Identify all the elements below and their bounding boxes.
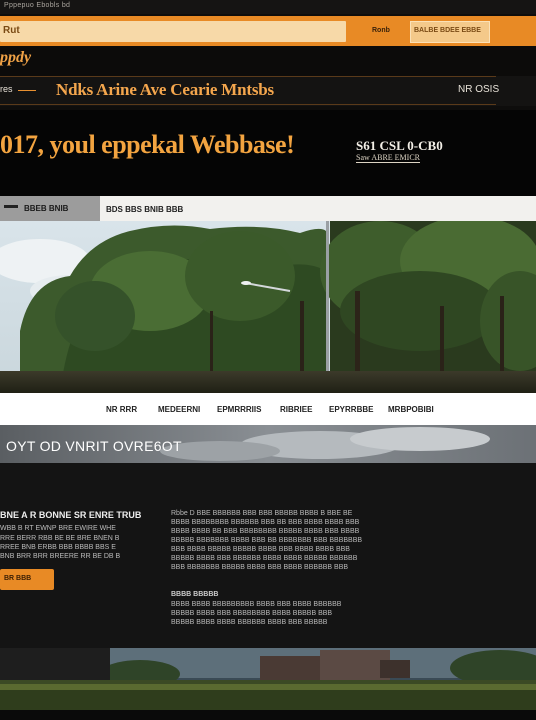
content-right-line: BBB BBBBBBB BBBBB BBBB BBB BBBB BBBBBB B… xyxy=(171,564,349,571)
header-action-button[interactable]: BALBE BDEE EBBE xyxy=(410,21,490,43)
search-input[interactable]: Rut xyxy=(0,21,346,42)
content-left-line: RREE BNB ERBB BBB BBBB BBS E xyxy=(0,544,116,551)
content-cta-button[interactable]: BR BBB xyxy=(0,569,54,590)
arrow-icon xyxy=(4,205,18,208)
nav-item-1[interactable]: NR RRR xyxy=(106,405,137,414)
logo-row xyxy=(0,46,536,76)
hero-title: 017, youl eppekal Webbase! xyxy=(0,130,295,159)
content-right-line: BBB BBBB BBBBB BBBBB BBBB BBB BBBB BBBB … xyxy=(171,546,350,553)
nav-item-3[interactable]: EPMRRRIIS xyxy=(217,405,261,414)
nav-item-5[interactable]: EPYRRBBE xyxy=(329,405,373,414)
content-right-line: Rbbe D BBE BBBBBB BBB BBB BBBBB BBBB B B… xyxy=(171,510,353,517)
content-right-line: BBBBB BBBB BBB BBBBBBBB BBBB BBBBB BBB xyxy=(171,610,333,617)
hero-right-link[interactable]: Saw ABRE EMICR xyxy=(356,153,421,163)
footer-landscape-image xyxy=(0,648,536,710)
content-left-line: WBB B RT EWNP BRE EWIRE WHE xyxy=(0,525,116,532)
content-right-line: BBBBB BBBBBBB BBBB BBB BB BBBBBBB BBB BB… xyxy=(171,537,363,544)
title-strip-left-label: res xyxy=(0,84,13,94)
site-logo[interactable]: ppdy xyxy=(0,49,31,67)
bottom-bar xyxy=(0,710,536,720)
dash-decoration xyxy=(18,90,36,91)
divider xyxy=(0,104,496,105)
title-strip-right-label[interactable]: NR OSIS xyxy=(458,84,499,95)
content-right-subheading: BBBB BBBBB xyxy=(171,591,219,598)
content-cta-label: BR BBB xyxy=(4,575,32,582)
main-nav xyxy=(0,393,536,425)
content-right-line: BBBB BBBB BBBBBBBBB BBBB BBB BBBB BBBBBB xyxy=(171,601,342,608)
content-right-line: BBBBB BBBB BBB BBBBBB BBBB BBBB BBBBB BB… xyxy=(171,555,358,562)
site-title: Ndks Arine Ave Cearie Mntsbs xyxy=(56,80,274,99)
top-bar-text: Pppepuo Ebobls bd xyxy=(4,2,71,9)
content-right-line: BBBB BBBBBBBB BBBBBB BBB BB BBB BBBB BBB… xyxy=(171,519,360,526)
hero-photo-trees xyxy=(0,221,536,393)
tab-active-label: BBEB BNIB xyxy=(24,204,69,213)
content-left-heading: BNE A R BONNE SR ENRE TRUB xyxy=(0,510,142,520)
nav-item-6[interactable]: MRBPOBIBI xyxy=(388,405,434,414)
nav-item-4[interactable]: RIBRIEE xyxy=(280,405,312,414)
nav-item-2[interactable]: MEDEERNI xyxy=(158,405,200,414)
content-right-line: BBBBB BBBB BBBB BBBBBB BBBB BBB BBBBB xyxy=(171,619,328,626)
content-left-line: RRE BERR RBB BE BE BRE BNEN B xyxy=(0,535,120,542)
top-bar: Pppepuo Ebobls bd xyxy=(0,0,536,14)
search-input-value: Rut xyxy=(3,25,20,36)
content-right-line: BBBB BBBB BB BBB BBBBBBBB BBBBB BBBB BBB… xyxy=(171,528,360,535)
header-nav-link[interactable]: Ronb xyxy=(372,27,390,34)
banner-title: OYT OD VNRIT OVRE6OT xyxy=(6,438,182,454)
tab-active[interactable]: BBEB BNIB xyxy=(0,196,100,221)
content-left-line: BNB BRR BRR BREERE RR BE DB B xyxy=(0,553,121,560)
header-action-button-label: BALBE BDEE EBBE xyxy=(414,27,481,34)
tab-second[interactable]: BDS BBS BNIB BBB xyxy=(106,205,183,214)
divider xyxy=(0,76,496,77)
hero-right-heading: S61 CSL 0-CB0 xyxy=(356,138,443,153)
